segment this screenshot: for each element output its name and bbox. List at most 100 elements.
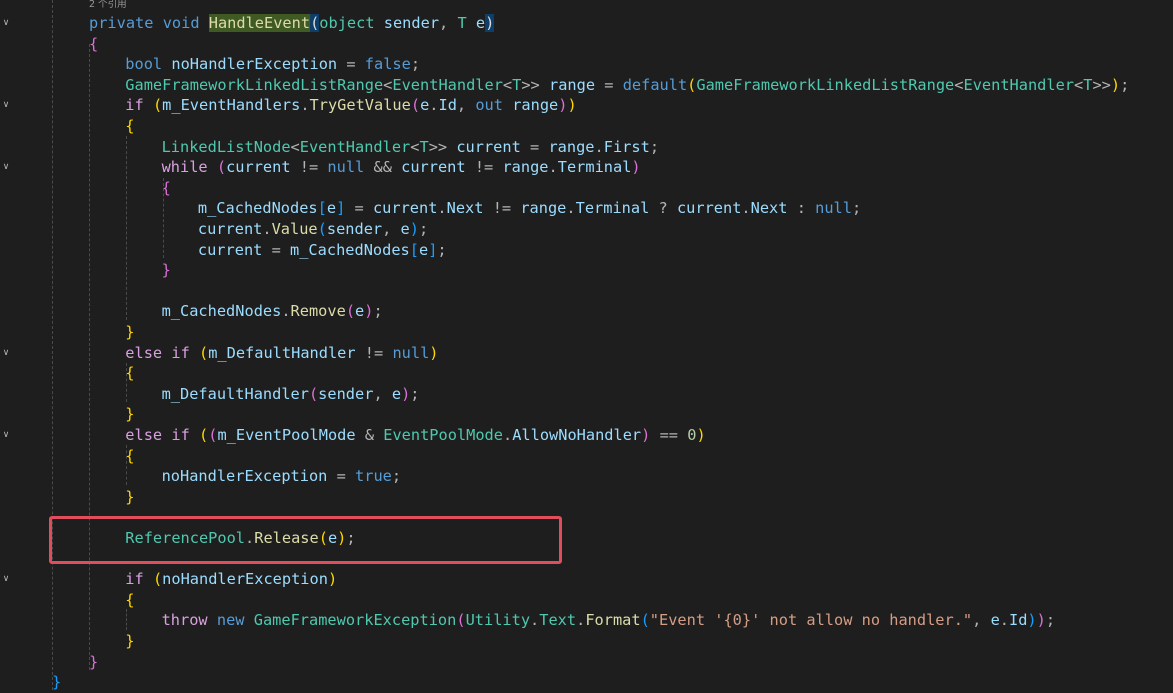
code-token: m_DefaultHandler bbox=[161, 384, 309, 403]
code-line[interactable]: throw new GameFrameworkException(Utility… bbox=[0, 610, 1173, 631]
code-line[interactable]: ∨ else if (m_DefaultHandler != null) bbox=[0, 343, 1173, 364]
code-editor[interactable]: 2 个引用 ∨ private void HandleEvent(object s… bbox=[0, 0, 1173, 691]
code-token: m_CachedNodes bbox=[290, 240, 410, 259]
code-token: LinkedListNode bbox=[161, 137, 291, 156]
code-token: ) bbox=[401, 384, 411, 403]
code-token: == bbox=[659, 426, 678, 444]
indent-guide bbox=[126, 136, 127, 320]
code-text: else if (m_DefaultHandler != null) bbox=[125, 343, 438, 364]
code-text: } bbox=[89, 652, 98, 673]
code-token: sender bbox=[383, 14, 440, 32]
code-text: GameFrameworkLinkedListRange<EventHandle… bbox=[125, 75, 1129, 96]
code-token: noHandlerException bbox=[161, 467, 328, 486]
code-token: TryGetValue bbox=[309, 96, 411, 115]
code-line[interactable]: { bbox=[0, 446, 1173, 467]
code-text: { bbox=[125, 116, 134, 137]
code-line[interactable]: { bbox=[0, 34, 1173, 55]
code-token: < bbox=[383, 75, 393, 94]
code-token: default bbox=[622, 75, 688, 94]
code-token: , bbox=[373, 384, 392, 403]
fold-chevron-icon[interactable]: ∨ bbox=[1, 95, 11, 116]
code-token: current bbox=[372, 199, 438, 218]
code-line[interactable]: ∨ if (m_EventHandlers.TryGetValue(e.Id, o… bbox=[0, 95, 1173, 116]
code-line[interactable]: { bbox=[0, 178, 1173, 199]
code-line[interactable]: { bbox=[0, 116, 1173, 137]
code-token: { bbox=[125, 117, 135, 135]
code-line[interactable]: ∨ if (noHandlerException) bbox=[0, 569, 1173, 590]
code-token: m_EventPoolMode bbox=[217, 426, 356, 444]
code-token: if bbox=[125, 570, 144, 589]
code-line[interactable]: } bbox=[0, 260, 1173, 281]
code-token: GameFrameworkException bbox=[253, 611, 457, 630]
code-line[interactable]: m_CachedNodes.Remove(e); bbox=[0, 301, 1173, 322]
code-text: m_CachedNodes.Remove(e); bbox=[162, 301, 383, 322]
code-line[interactable] bbox=[0, 281, 1173, 302]
code-line[interactable]: GameFrameworkLinkedListRange<EventHandle… bbox=[0, 75, 1173, 96]
code-line[interactable]: ∨ else if ((m_EventPoolMode & EventPoolMo… bbox=[0, 425, 1173, 446]
code-token: . bbox=[548, 158, 558, 177]
code-text: } bbox=[125, 631, 134, 652]
fold-chevron-icon[interactable]: ∨ bbox=[1, 569, 11, 590]
code-token: , bbox=[439, 14, 458, 32]
fold-chevron-icon[interactable]: ∨ bbox=[1, 13, 11, 34]
indent-guide bbox=[126, 609, 127, 630]
code-token: [ bbox=[317, 199, 327, 218]
code-token: GameFrameworkLinkedListRange bbox=[125, 75, 384, 94]
code-token: e bbox=[418, 240, 429, 259]
code-line[interactable]: m_CachedNodes[e] = current.Next != range… bbox=[0, 198, 1173, 219]
code-line[interactable]: ∨ private void HandleEvent(object sender,… bbox=[0, 13, 1173, 34]
codelens-references[interactable]: 2 个引用 bbox=[89, 0, 127, 11]
code-token: < bbox=[502, 75, 513, 94]
code-token: ) bbox=[567, 96, 577, 115]
code-token: out bbox=[475, 96, 503, 115]
code-token: noHandlerException bbox=[171, 55, 338, 74]
code-line[interactable]: } bbox=[0, 404, 1173, 425]
code-token: Terminal bbox=[557, 158, 632, 177]
code-token: ; bbox=[373, 302, 383, 321]
code-token: HandleEvent bbox=[208, 14, 311, 32]
code-line[interactable]: LinkedListNode<EventHandler<T>> current … bbox=[0, 137, 1173, 158]
fold-chevron-icon[interactable]: ∨ bbox=[1, 425, 11, 446]
code-line[interactable]: bool noHandlerException = false; bbox=[0, 54, 1173, 75]
code-token: ( bbox=[456, 611, 466, 630]
code-token: ) bbox=[409, 220, 419, 238]
code-line[interactable]: } bbox=[0, 487, 1173, 508]
code-text: if (noHandlerException) bbox=[125, 569, 337, 590]
code-line[interactable]: { bbox=[0, 590, 1173, 611]
code-token: . bbox=[429, 96, 439, 115]
code-line[interactable]: } bbox=[0, 322, 1173, 343]
code-token: Next bbox=[446, 199, 484, 218]
code-token: m_CachedNodes bbox=[161, 302, 282, 321]
code-line[interactable]: ∨ while (current != null && current != ra… bbox=[0, 157, 1173, 178]
code-line[interactable]: current = m_CachedNodes[e]; bbox=[0, 240, 1173, 261]
code-line[interactable]: { bbox=[0, 363, 1173, 384]
code-line[interactable]: noHandlerException = true; bbox=[0, 466, 1173, 487]
code-text: current = m_CachedNodes[e]; bbox=[198, 240, 447, 261]
code-line[interactable]: current.Value(sender, e); bbox=[0, 219, 1173, 240]
code-token: } bbox=[161, 261, 171, 280]
code-text: } bbox=[125, 322, 134, 343]
code-token: , bbox=[972, 611, 991, 630]
fold-chevron-icon[interactable]: ∨ bbox=[1, 343, 11, 364]
code-text: { bbox=[125, 590, 134, 611]
code-line[interactable]: } bbox=[0, 652, 1173, 673]
code-line[interactable]: } bbox=[0, 631, 1173, 652]
code-token: >> bbox=[521, 75, 540, 94]
code-token: ) bbox=[631, 158, 641, 177]
code-text: while (current != null && current != ran… bbox=[162, 157, 641, 178]
code-token: && bbox=[373, 158, 392, 177]
code-token: ; bbox=[437, 240, 447, 259]
code-line[interactable]: m_DefaultHandler(sender, e); bbox=[0, 384, 1173, 405]
fold-chevron-icon[interactable]: ∨ bbox=[1, 157, 11, 178]
indent-guide bbox=[126, 363, 127, 402]
